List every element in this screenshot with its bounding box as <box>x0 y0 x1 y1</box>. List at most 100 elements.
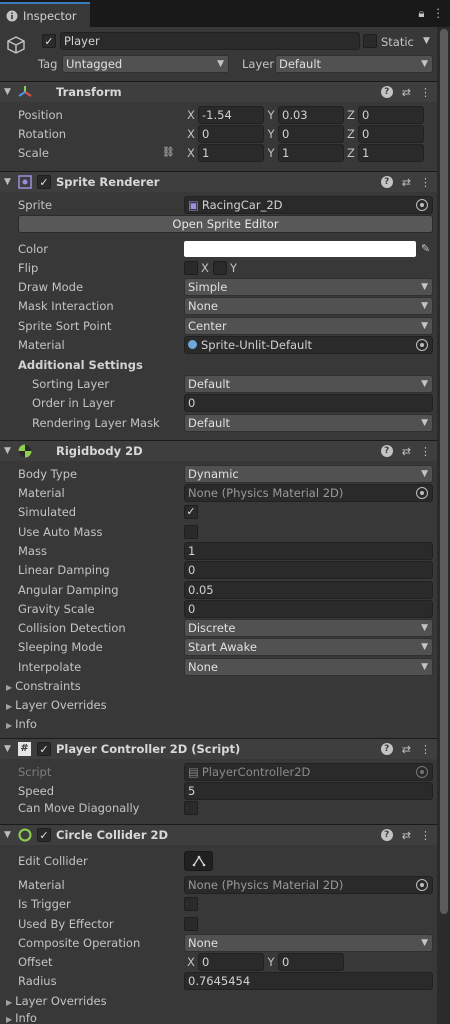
position-y-field[interactable]: 0.03 <box>278 105 344 124</box>
draw-mode-dropdown[interactable]: Simple ▼ <box>184 277 433 296</box>
help-icon[interactable]: ? <box>380 743 393 755</box>
offset-y-field[interactable]: 0 <box>278 952 344 971</box>
layer-dropdown[interactable]: Default ▼ <box>275 55 433 73</box>
presets-icon[interactable]: ⇄ <box>402 743 411 756</box>
composite-operation-dropdown[interactable]: None ▼ <box>184 933 433 952</box>
angular-damping-field[interactable]: 0.05 <box>184 580 433 599</box>
component-title: Sprite Renderer <box>56 175 160 189</box>
cc-info-foldout[interactable]: ▶ Info <box>0 1008 437 1024</box>
collapse-arrow-icon[interactable]: ▼ <box>4 177 11 187</box>
radius-field[interactable]: 0.7645454 <box>184 971 433 990</box>
additional-settings-label[interactable]: Additional Settings <box>18 358 143 372</box>
scale-y-field[interactable]: 1 <box>278 143 344 162</box>
physics-material-field[interactable]: None (Physics Material 2D) <box>184 483 433 502</box>
color-swatch[interactable] <box>184 240 416 257</box>
tab-bar: Inspector 🔒︎ ⋮ <box>0 0 450 27</box>
simulated-checkbox[interactable]: ✓ <box>184 504 198 519</box>
additional-settings-row[interactable]: Additional Settings <box>0 355 437 374</box>
sleeping-mode-dropdown[interactable]: Start Awake ▼ <box>184 637 433 656</box>
interpolate-dropdown[interactable]: None ▼ <box>184 657 433 676</box>
help-icon[interactable]: ? <box>380 86 393 98</box>
expand-arrow-icon: ▶ <box>6 682 13 692</box>
auto-mass-checkbox[interactable] <box>184 524 198 539</box>
constraints-foldout[interactable]: ▶ Constraints <box>0 676 437 695</box>
layer-overrides-foldout[interactable]: ▶ Layer Overrides <box>0 695 437 714</box>
eyedropper-icon[interactable]: ✎ <box>421 242 430 255</box>
scale-x-field[interactable]: 1 <box>198 143 264 162</box>
flip-y-checkbox[interactable] <box>213 260 227 275</box>
inspector-content: ✓ Player Static ▼ Tag Untagged ▼ Layer De… <box>0 27 437 1024</box>
collision-detection-dropdown[interactable]: Discrete ▼ <box>184 618 433 637</box>
constrain-proportions-icon[interactable]: ⛓︎ <box>162 147 175 158</box>
is-trigger-checkbox[interactable] <box>184 896 198 911</box>
rendering-layer-mask-dropdown[interactable]: Default ▼ <box>184 413 433 432</box>
sprite-object-field[interactable]: ▣ RacingCar_2D <box>184 195 433 214</box>
sprite-renderer-header[interactable]: ▼ ✓ Sprite Renderer ? ⇄ ⋮ <box>0 171 437 192</box>
tab-inspector[interactable]: Inspector <box>0 2 90 27</box>
used-by-effector-row: Used By Effector <box>0 914 437 933</box>
scale-z-field[interactable]: 1 <box>358 143 424 162</box>
presets-icon[interactable]: ⇄ <box>402 176 411 189</box>
order-in-layer-field[interactable]: 0 <box>184 393 433 412</box>
player-controller-header[interactable]: ▼ # ✓ Player Controller 2D (Script) ? ⇄ ⋮ <box>0 738 437 759</box>
speed-field[interactable]: 5 <box>184 781 433 800</box>
object-picker-icon[interactable] <box>416 878 428 891</box>
presets-icon[interactable]: ⇄ <box>402 86 411 99</box>
collapse-arrow-icon[interactable]: ▼ <box>4 744 11 754</box>
more-menu-icon[interactable]: ⋮ <box>420 176 431 189</box>
more-menu-icon[interactable]: ⋮ <box>420 86 431 99</box>
more-menu-icon[interactable]: ⋮ <box>420 829 431 842</box>
rotation-y-field[interactable]: 0 <box>278 124 344 143</box>
circle-collider-header[interactable]: ▼ ✓ Circle Collider 2D ? ⇄ ⋮ <box>0 824 437 845</box>
lock-icon[interactable]: 🔒︎ <box>418 6 424 21</box>
sort-point-dropdown[interactable]: Center ▼ <box>184 316 433 335</box>
object-picker-icon[interactable] <box>416 198 428 211</box>
used-by-effector-checkbox[interactable] <box>184 916 198 931</box>
tag-dropdown[interactable]: Untagged ▼ <box>62 55 229 73</box>
help-icon[interactable]: ? <box>380 829 393 841</box>
presets-icon[interactable]: ⇄ <box>402 445 411 458</box>
scrollbar-thumb[interactable] <box>440 29 448 914</box>
gravity-scale-field[interactable]: 0 <box>184 599 433 618</box>
static-checkbox[interactable] <box>363 34 377 48</box>
rotation-z-field[interactable]: 0 <box>358 124 424 143</box>
mass-field[interactable]: 1 <box>184 541 433 560</box>
object-picker-icon[interactable] <box>416 338 428 351</box>
material-object-field[interactable]: Sprite-Unlit-Default <box>184 335 433 354</box>
sorting-layer-dropdown[interactable]: Default ▼ <box>184 374 433 393</box>
rotation-x-field[interactable]: 0 <box>198 124 264 143</box>
collider-material-field[interactable]: None (Physics Material 2D) <box>184 875 433 894</box>
collapse-arrow-icon[interactable]: ▼ <box>4 446 11 456</box>
linear-damping-field[interactable]: 0 <box>184 560 433 579</box>
position-z-field[interactable]: 0 <box>358 105 424 124</box>
sprite-row: Sprite ▣ RacingCar_2D <box>0 195 437 214</box>
more-menu-icon[interactable]: ⋮ <box>420 743 431 756</box>
collapse-arrow-icon[interactable]: ▼ <box>4 830 11 840</box>
body-type-dropdown[interactable]: Dynamic ▼ <box>184 464 433 483</box>
collapse-arrow-icon[interactable]: ▼ <box>4 87 11 97</box>
circle-collider-icon <box>18 828 32 842</box>
more-menu-icon[interactable]: ⋮ <box>433 6 445 21</box>
presets-icon[interactable]: ⇄ <box>402 829 411 842</box>
transform-header[interactable]: ▼ Transform ? ⇄ ⋮ <box>0 81 437 102</box>
order-in-layer-row: Order in Layer 0 <box>0 393 437 412</box>
player-controller-enabled-checkbox[interactable]: ✓ <box>37 742 51 756</box>
move-diagonally-checkbox[interactable] <box>184 800 198 815</box>
offset-x-field[interactable]: 0 <box>198 952 264 971</box>
static-dropdown-arrow[interactable]: ▼ <box>423 36 430 46</box>
edit-collider-button[interactable] <box>184 851 213 871</box>
help-icon[interactable]: ? <box>380 176 393 188</box>
mask-interaction-dropdown[interactable]: None ▼ <box>184 296 433 315</box>
sprite-renderer-enabled-checkbox[interactable]: ✓ <box>37 175 51 189</box>
position-x-field[interactable]: -1.54 <box>198 105 264 124</box>
circle-collider-enabled-checkbox[interactable]: ✓ <box>37 828 51 842</box>
more-menu-icon[interactable]: ⋮ <box>420 445 431 458</box>
object-picker-icon[interactable] <box>416 486 428 499</box>
flip-x-checkbox[interactable] <box>184 260 198 275</box>
help-icon[interactable]: ? <box>380 445 393 457</box>
gameobject-name-input[interactable]: Player <box>60 32 360 50</box>
rigidbody2d-header[interactable]: ▼ Rigidbody 2D ? ⇄ ⋮ <box>0 440 437 461</box>
info-foldout[interactable]: ▶ Info <box>0 714 437 733</box>
gameobject-active-checkbox[interactable]: ✓ <box>42 34 56 48</box>
open-sprite-editor-button[interactable]: Open Sprite Editor <box>18 215 433 233</box>
